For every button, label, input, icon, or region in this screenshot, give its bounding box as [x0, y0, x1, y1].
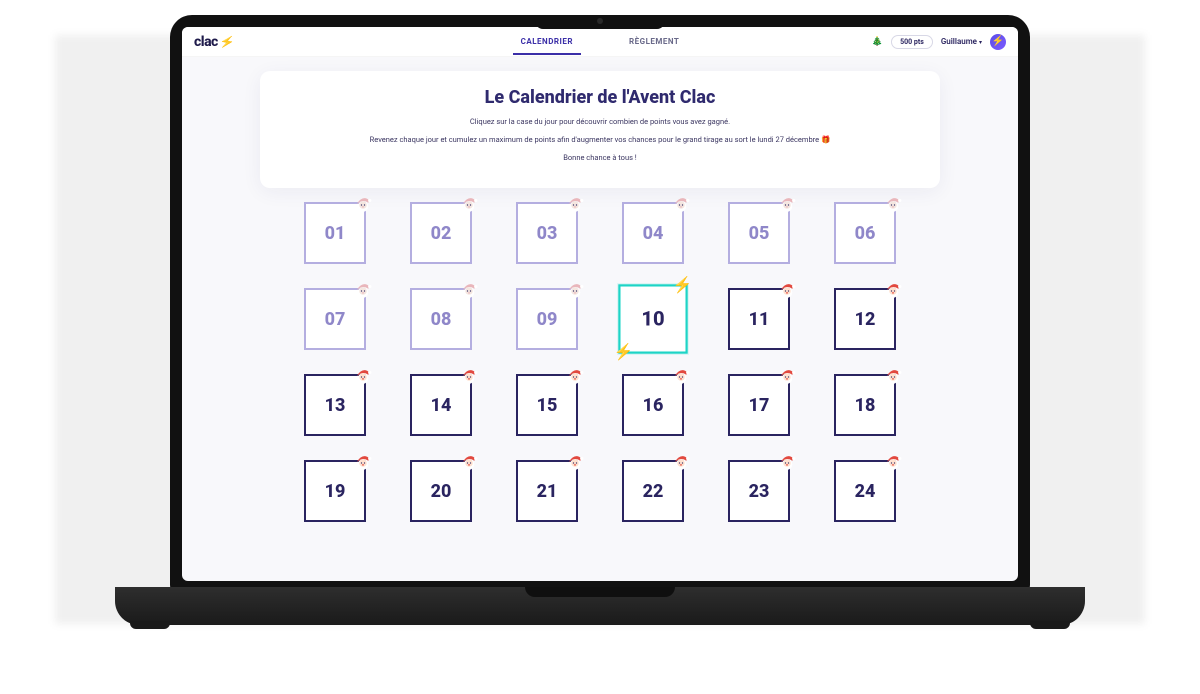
- day-number: 09: [537, 309, 558, 330]
- user-area: 🎄 500 pts Guillaume▾ ⚡: [872, 34, 1006, 50]
- santa-icon: [354, 196, 372, 214]
- day-number: 13: [325, 395, 346, 416]
- day-number: 01: [325, 223, 346, 244]
- day-number: 11: [749, 309, 770, 330]
- day-number: 12: [855, 309, 876, 330]
- santa-icon: [778, 368, 796, 386]
- day-cell-12[interactable]: 12: [834, 288, 896, 350]
- day-number: 05: [749, 223, 770, 244]
- day-cell-20[interactable]: 20: [410, 460, 472, 522]
- day-number: 14: [431, 395, 452, 416]
- bolt-icon: ⚡: [219, 33, 236, 49]
- santa-icon: [460, 454, 478, 472]
- bolt-icon: ⚡: [673, 276, 693, 294]
- day-cell-13[interactable]: 13: [304, 374, 366, 436]
- santa-icon: [672, 368, 690, 386]
- santa-icon: [566, 282, 584, 300]
- day-number: 04: [643, 223, 664, 244]
- hero-line-2: Revenez chaque jour et cumulez un maximu…: [290, 134, 910, 146]
- laptop-frame: clac ⚡ CALENDRIER RÈGLEMENT 🎄 500 pts Gu: [170, 15, 1030, 635]
- username: Guillaume: [941, 37, 977, 46]
- santa-icon: [884, 196, 902, 214]
- day-number: 16: [643, 395, 664, 416]
- day-cell-17[interactable]: 17: [728, 374, 790, 436]
- day-cell-14[interactable]: 14: [410, 374, 472, 436]
- day-number: 20: [431, 481, 452, 502]
- day-cell-10[interactable]: 10⚡⚡: [618, 284, 687, 353]
- day-cell-04[interactable]: 04: [622, 202, 684, 264]
- santa-icon: [778, 282, 796, 300]
- day-cell-09[interactable]: 09: [516, 288, 578, 350]
- santa-icon: [672, 454, 690, 472]
- app-root: clac ⚡ CALENDRIER RÈGLEMENT 🎄 500 pts Gu: [182, 27, 1018, 581]
- hero-card: Le Calendrier de l'Avent Clac Cliquez su…: [260, 71, 940, 188]
- day-number: 23: [749, 481, 770, 502]
- day-cell-02[interactable]: 02: [410, 202, 472, 264]
- day-cell-01[interactable]: 01: [304, 202, 366, 264]
- chevron-down-icon: ▾: [979, 39, 982, 46]
- santa-icon: [884, 282, 902, 300]
- hero-line-3: Bonne chance à tous !: [290, 152, 910, 164]
- day-number: 10: [641, 307, 664, 331]
- bolt-icon: ⚡: [992, 36, 1004, 47]
- day-number: 24: [855, 481, 876, 502]
- santa-icon: [460, 196, 478, 214]
- santa-icon: [884, 454, 902, 472]
- day-number: 15: [537, 395, 558, 416]
- day-number: 03: [537, 223, 558, 244]
- day-cell-23[interactable]: 23: [728, 460, 790, 522]
- topbar: clac ⚡ CALENDRIER RÈGLEMENT 🎄 500 pts Gu: [182, 27, 1018, 57]
- day-number: 07: [325, 309, 346, 330]
- day-cell-07[interactable]: 07: [304, 288, 366, 350]
- day-cell-21[interactable]: 21: [516, 460, 578, 522]
- santa-icon: [778, 196, 796, 214]
- day-number: 22: [643, 481, 664, 502]
- user-menu[interactable]: Guillaume▾: [941, 37, 982, 46]
- day-cell-06[interactable]: 06: [834, 202, 896, 264]
- santa-icon: [884, 368, 902, 386]
- santa-icon: [354, 454, 372, 472]
- day-cell-11[interactable]: 11: [728, 288, 790, 350]
- tab-calendar[interactable]: CALENDRIER: [513, 28, 581, 55]
- santa-icon: [354, 368, 372, 386]
- day-number: 06: [855, 223, 876, 244]
- points-label: 500 pts: [900, 38, 924, 46]
- day-number: 19: [325, 481, 346, 502]
- santa-icon: [460, 282, 478, 300]
- santa-icon: [460, 368, 478, 386]
- avatar[interactable]: ⚡: [990, 34, 1006, 50]
- day-cell-19[interactable]: 19: [304, 460, 366, 522]
- day-number: 08: [431, 309, 452, 330]
- day-cell-15[interactable]: 15: [516, 374, 578, 436]
- day-number: 18: [855, 395, 876, 416]
- gift-icon: 🎁: [821, 135, 830, 144]
- bolt-icon: ⚡: [614, 344, 634, 362]
- day-number: 17: [749, 395, 770, 416]
- santa-icon: [778, 454, 796, 472]
- day-cell-22[interactable]: 22: [622, 460, 684, 522]
- day-cell-08[interactable]: 08: [410, 288, 472, 350]
- brand-name: clac: [194, 34, 218, 50]
- day-cell-24[interactable]: 24: [834, 460, 896, 522]
- hero-line-1: Cliquez sur la case du jour pour découvr…: [290, 116, 910, 128]
- brand-logo[interactable]: clac ⚡: [194, 34, 235, 50]
- page-title: Le Calendrier de l'Avent Clac: [290, 87, 910, 108]
- santa-icon: [566, 196, 584, 214]
- day-number: 21: [537, 481, 558, 502]
- tab-rules[interactable]: RÈGLEMENT: [621, 28, 687, 55]
- tree-icon: 🎄: [872, 37, 883, 47]
- page: Le Calendrier de l'Avent Clac Cliquez su…: [182, 57, 1018, 540]
- santa-icon: [672, 196, 690, 214]
- santa-icon: [354, 282, 372, 300]
- day-cell-03[interactable]: 03: [516, 202, 578, 264]
- santa-icon: [566, 454, 584, 472]
- day-cell-05[interactable]: 05: [728, 202, 790, 264]
- calendar-grid: 01 02 03 04 05: [222, 202, 978, 522]
- day-number: 02: [431, 223, 452, 244]
- points-pill[interactable]: 500 pts: [891, 35, 933, 49]
- day-cell-18[interactable]: 18: [834, 374, 896, 436]
- day-cell-16[interactable]: 16: [622, 374, 684, 436]
- santa-icon: [566, 368, 584, 386]
